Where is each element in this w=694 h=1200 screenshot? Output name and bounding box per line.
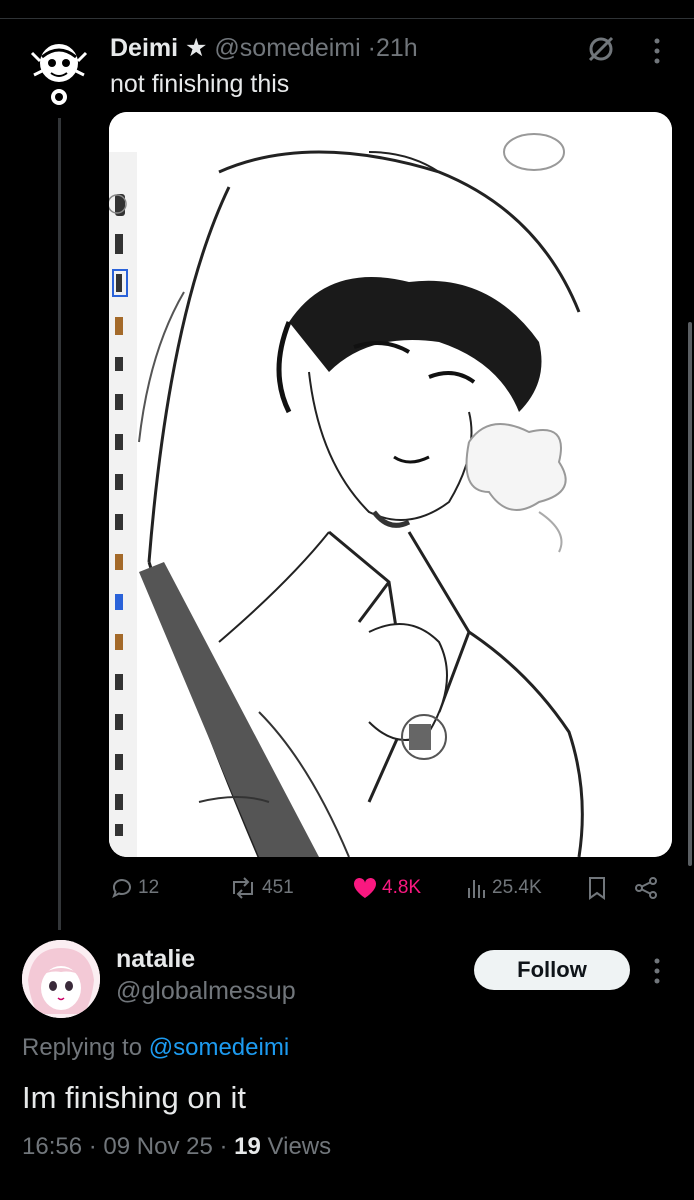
repost-count: 451 [262,877,294,898]
grok-icon[interactable] [586,34,616,69]
post-action-bar: 12 451 4.8K 25.4K [0,868,694,908]
reply-metadata: 16:56 · 09 Nov 25 · 19 Views [22,1133,331,1161]
reply-icon [112,879,131,899]
reply-author-avatar[interactable] [22,940,100,1018]
views-count: 25.4K [492,877,542,898]
reply-views-label: Views [267,1133,332,1160]
post-media-image[interactable] [109,112,672,857]
reply-time[interactable]: 16:56 [22,1133,82,1160]
share-button[interactable] [633,868,659,908]
repost-button[interactable]: 451 [228,868,294,908]
share-icon [635,877,657,899]
bookmark-button[interactable] [586,868,608,908]
like-button[interactable]: 4.8K [352,868,421,908]
post-author-avatar[interactable] [20,33,98,111]
post-header: Deimi ★ @somedeimi ·21h [110,33,418,63]
replying-to-line: Replying to @somedeimi [22,1034,289,1062]
reply-text: Im finishing on it [22,1080,246,1115]
reply-author-handle[interactable]: @globalmessup [116,977,296,1006]
bookmark-icon [589,877,605,900]
repost-icon [233,877,253,899]
reply-views-count: 19 [234,1133,261,1160]
views-button[interactable]: 25.4K [466,868,542,908]
follow-button[interactable]: Follow [474,950,630,990]
star-icon: ★ [185,34,208,62]
reply-button[interactable]: 12 [110,868,159,908]
reply-count: 12 [138,877,160,898]
separator: · [367,34,376,62]
reply-more-icon[interactable] [652,958,662,989]
separator: · [88,1133,97,1160]
post-text: not finishing this [110,70,290,98]
post-author-name[interactable]: Deimi [110,34,178,62]
replying-prefix: Replying to [22,1034,149,1061]
top-divider [0,0,694,19]
thread-connector [58,118,61,930]
like-icon [353,877,377,898]
reply-author-name[interactable]: natalie [116,945,195,974]
reply-date[interactable]: 09 Nov 25 [103,1133,212,1160]
scrollbar[interactable] [688,322,692,866]
post-time[interactable]: 21h [376,34,418,62]
more-icon[interactable] [652,38,662,69]
views-icon [468,880,485,898]
like-count: 4.8K [382,877,422,898]
separator: · [219,1133,228,1160]
replying-to-mention[interactable]: @somedeimi [149,1034,289,1061]
post-author-handle[interactable]: @somedeimi [214,34,360,62]
